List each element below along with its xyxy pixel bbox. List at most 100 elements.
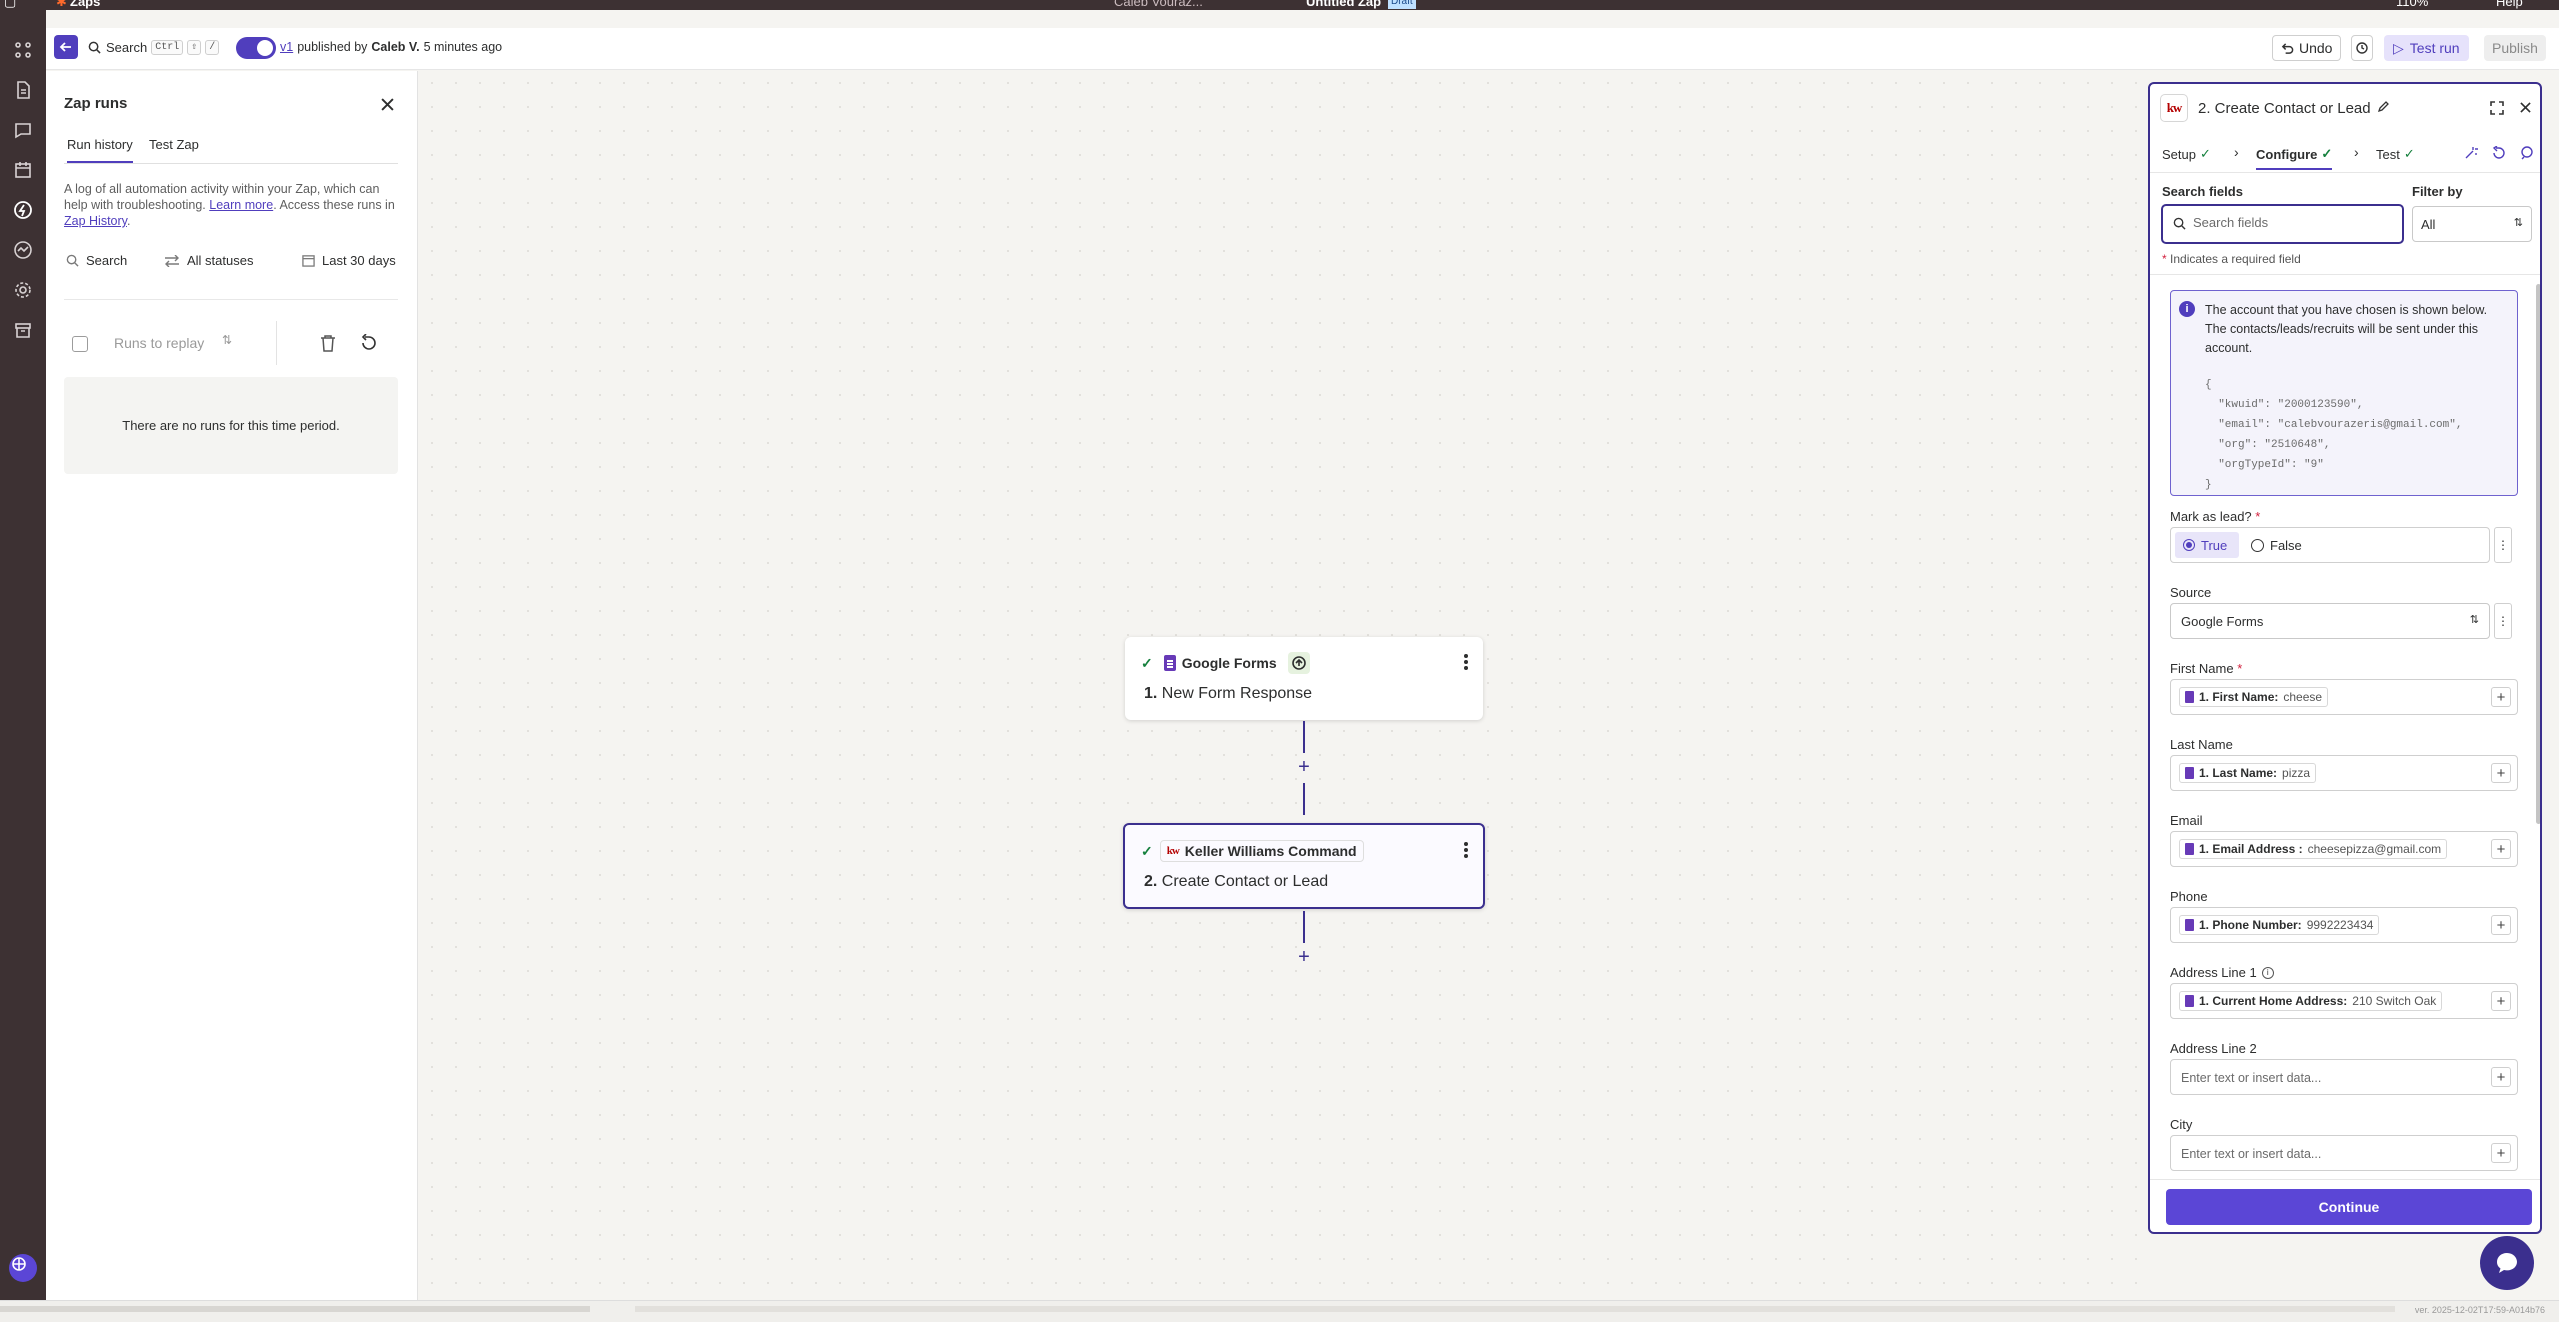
refresh-icon[interactable]: [360, 334, 378, 352]
test-run-button[interactable]: ▷ Test run: [2384, 35, 2469, 61]
insert-data-plus-icon[interactable]: +: [2491, 687, 2511, 707]
more-options-icon[interactable]: ⋮: [2494, 527, 2512, 563]
more-menu-icon[interactable]: [1463, 652, 1469, 672]
search-button[interactable]: Search Ctrl ⇧ /: [88, 40, 220, 55]
shortcut-key: /: [205, 40, 220, 55]
search-fields-input[interactable]: [2193, 215, 2393, 230]
more-options-icon[interactable]: ⋮: [2494, 603, 2512, 639]
tab-test-zap[interactable]: Test Zap: [149, 137, 199, 161]
close-icon[interactable]: [378, 95, 396, 113]
chat-icon[interactable]: [13, 120, 33, 140]
zap-icon[interactable]: [13, 200, 33, 220]
zap-canvas[interactable]: ✓ Google Forms 1. New Form Response + ✓ …: [420, 71, 2147, 1300]
json-line: {: [2205, 379, 2212, 391]
learn-more-link[interactable]: Learn more: [209, 198, 273, 212]
filter-search-label: Search: [86, 253, 128, 268]
trigger-step-node[interactable]: ✓ Google Forms 1. New Form Response: [1125, 637, 1483, 720]
user-name[interactable]: Caleb Vouraz...: [1114, 0, 1203, 9]
source-select[interactable]: Google Forms ⇅: [2170, 603, 2490, 639]
continue-button[interactable]: Continue: [2166, 1189, 2532, 1225]
gear-icon[interactable]: [13, 280, 33, 300]
version-link[interactable]: v1: [280, 40, 293, 54]
info-icon[interactable]: i: [2261, 966, 2274, 979]
filter-date[interactable]: Last 30 days: [302, 253, 396, 268]
google-forms-icon: [2185, 767, 2194, 779]
json-line: "org": "2510648",: [2205, 439, 2331, 451]
data-pill[interactable]: 1. Email Address : cheesepizza@gmail.com: [2179, 839, 2448, 859]
runs-to-replay-select[interactable]: Runs to replay: [114, 335, 204, 351]
calendar-icon[interactable]: [13, 160, 33, 180]
false-radio[interactable]: False: [2251, 532, 2302, 558]
address-line-1-field[interactable]: 1. Current Home Address: 210 Switch Oak +: [2170, 983, 2518, 1019]
horizontal-scrollbar[interactable]: [0, 1306, 590, 1312]
data-pill[interactable]: 1. First Name: cheese: [2179, 687, 2329, 707]
publish-label: Publish: [2492, 40, 2538, 56]
info-icon: i: [2179, 301, 2195, 317]
data-pill[interactable]: 1. Current Home Address: 210 Switch Oak: [2179, 991, 2443, 1011]
publish-button[interactable]: Publish: [2484, 35, 2546, 61]
insert-data-plus-icon[interactable]: +: [2491, 991, 2511, 1011]
add-step-plus-icon[interactable]: +: [1294, 947, 1314, 967]
trigger-icon: [1287, 652, 1310, 674]
data-pill[interactable]: 1. Phone Number: 9992223434: [2179, 915, 2380, 935]
panel-title: 2. Create Contact or Lead: [2198, 100, 2389, 117]
square-icon[interactable]: ▢: [4, 0, 16, 9]
more-menu-icon[interactable]: [1463, 840, 1469, 860]
back-arrow-icon[interactable]: [54, 35, 78, 59]
apps-grid-icon[interactable]: [13, 40, 33, 60]
zoom-level[interactable]: 110%: [2396, 0, 2428, 9]
true-radio[interactable]: True: [2175, 532, 2239, 558]
magic-icon[interactable]: [2464, 146, 2478, 160]
step-tab-configure[interactable]: Configure ✓: [2256, 146, 2333, 170]
document-icon[interactable]: [13, 80, 33, 100]
last-name-field[interactable]: 1. Last Name: pizza +: [2170, 755, 2518, 791]
activity-icon[interactable]: [13, 240, 33, 260]
refresh-icon[interactable]: [2492, 146, 2506, 160]
archive-icon[interactable]: [13, 320, 33, 340]
filter-by-select[interactable]: All ⇅: [2412, 206, 2532, 242]
insert-data-plus-icon[interactable]: +: [2491, 1143, 2511, 1163]
insert-data-plus-icon[interactable]: +: [2491, 763, 2511, 783]
pill-value: pizza: [2282, 766, 2311, 780]
comment-icon[interactable]: [2520, 146, 2534, 160]
step-tab-setup[interactable]: Setup ✓: [2162, 146, 2211, 162]
email-field[interactable]: 1. Email Address : cheesepizza@gmail.com …: [2170, 831, 2518, 867]
address-line-2-field[interactable]: Enter text or insert data... +: [2170, 1059, 2518, 1095]
filter-value: All: [2421, 217, 2436, 232]
check-icon: ✓: [2321, 146, 2333, 161]
scrollbar[interactable]: [2536, 284, 2540, 824]
insert-data-plus-icon[interactable]: +: [2491, 1067, 2511, 1087]
add-step-plus-icon[interactable]: +: [1294, 757, 1314, 777]
support-chat-icon[interactable]: [2480, 1236, 2534, 1290]
email-label: Email: [2170, 813, 2203, 828]
expand-icon[interactable]: [2490, 101, 2504, 115]
zap-toggle[interactable]: [236, 37, 276, 59]
horizontal-scrollbar-track[interactable]: [635, 1306, 2395, 1312]
insert-data-plus-icon[interactable]: +: [2491, 839, 2511, 859]
undo-button[interactable]: Undo: [2272, 35, 2342, 61]
first-name-field[interactable]: 1. First Name: cheese +: [2170, 679, 2518, 715]
help-link[interactable]: Help: [2496, 0, 2523, 9]
zap-history-link[interactable]: Zap History: [64, 214, 127, 228]
data-pill[interactable]: 1. Last Name: pizza: [2179, 763, 2317, 783]
action-step-node[interactable]: ✓ kw Keller Williams Command 2. Create C…: [1123, 823, 1485, 909]
pencil-icon[interactable]: [2377, 100, 2389, 117]
step-tab-test[interactable]: Test ✓: [2376, 146, 2415, 162]
published-by-label: published by: [297, 40, 368, 54]
close-icon[interactable]: [2520, 102, 2531, 113]
filter-search[interactable]: Search: [66, 253, 127, 268]
app-name[interactable]: Zaps: [70, 0, 100, 9]
trash-icon[interactable]: [320, 334, 336, 352]
select-all-checkbox[interactable]: [72, 336, 88, 352]
history-icon[interactable]: [2351, 35, 2373, 61]
tab-run-history[interactable]: Run history: [67, 137, 133, 163]
filter-status[interactable]: All statuses: [164, 253, 253, 268]
zap-title[interactable]: Untitled Zap: [1306, 0, 1381, 9]
play-icon: ▷: [2393, 39, 2404, 56]
phone-field[interactable]: 1. Phone Number: 9992223434 +: [2170, 907, 2518, 943]
field-placeholder: Enter text or insert data...: [2181, 1147, 2322, 1161]
zap-runs-panel: Zap runs Run history Test Zap A log of a…: [46, 71, 418, 1300]
city-field[interactable]: Enter text or insert data... +: [2170, 1135, 2518, 1171]
assistant-icon[interactable]: [9, 1254, 37, 1282]
insert-data-plus-icon[interactable]: +: [2491, 915, 2511, 935]
